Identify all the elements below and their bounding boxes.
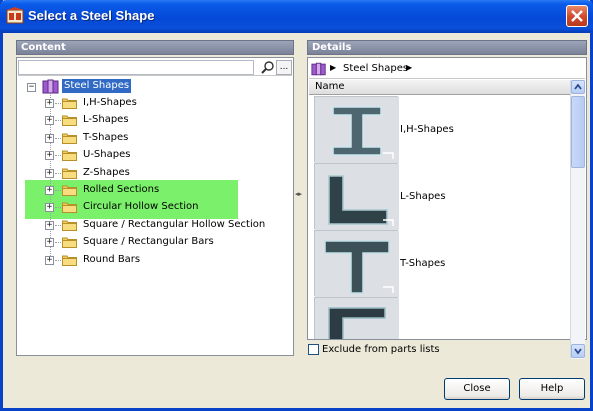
steel-shape-icon xyxy=(315,97,399,163)
tree-line xyxy=(55,259,61,261)
scroll-down-button[interactable] xyxy=(571,344,585,358)
app-icon xyxy=(6,7,24,24)
shape-thumbnail xyxy=(314,163,399,230)
expand-icon[interactable]: + xyxy=(45,255,54,265)
content-header: Content xyxy=(16,40,294,55)
tree-node-label: Round Bars xyxy=(83,253,141,265)
close-window-button[interactable] xyxy=(566,5,588,27)
details-item[interactable]: I,H-Shapes xyxy=(308,96,572,163)
details-item[interactable]: L-Shapes xyxy=(308,163,572,230)
tree-node-label: I,H-Shapes xyxy=(83,97,137,108)
expand-icon[interactable]: + xyxy=(45,116,54,126)
expand-icon[interactable]: + xyxy=(45,151,54,161)
breadcrumb-arrow-icon[interactable]: ▶ xyxy=(330,63,336,72)
details-item[interactable]: U-Shapes xyxy=(308,297,572,339)
vertical-scrollbar[interactable] xyxy=(570,80,585,359)
expand-icon[interactable]: + xyxy=(45,203,54,213)
tree-line xyxy=(55,242,61,244)
window-title: Select a Steel Shape xyxy=(28,8,155,23)
tree-root-label: Steel Shapes xyxy=(62,79,132,93)
exclude-from-parts-checkbox[interactable] xyxy=(308,344,319,355)
shape-thumbnail xyxy=(314,230,399,297)
details-panel: ▶ Steel Shapes ▶ Name I,H-Shapes L-Shapes… xyxy=(307,57,587,359)
chevron-up-icon xyxy=(574,83,582,90)
breadcrumb: ▶ Steel Shapes ▶ xyxy=(309,59,585,79)
search-input[interactable] xyxy=(18,60,254,75)
tree-node-label: Square / Rectangular Bars xyxy=(83,236,214,248)
title-bar[interactable]: Select a Steel Shape xyxy=(0,0,593,33)
folder-icon xyxy=(62,255,77,266)
folder-icon xyxy=(62,185,77,196)
folder-icon xyxy=(62,202,77,214)
expand-icon[interactable]: + xyxy=(45,168,54,178)
expand-icon[interactable]: + xyxy=(45,99,54,108)
tree-line xyxy=(55,120,61,122)
folder-icon xyxy=(62,220,77,231)
folder-icon xyxy=(62,115,77,127)
close-icon xyxy=(571,10,583,22)
folder-icon xyxy=(62,98,77,109)
tree-node-label: Circular Hollow Section xyxy=(83,201,199,213)
steel-shapes-breadcrumb-icon xyxy=(311,62,326,76)
shape-thumbnail xyxy=(314,96,399,163)
tree-node-label: U-Shapes xyxy=(83,149,131,161)
details-header: Details xyxy=(307,40,587,55)
expand-icon[interactable]: + xyxy=(45,133,54,143)
tree-node-label: Z-Shapes xyxy=(83,166,130,178)
details-item-label: L-Shapes xyxy=(400,191,446,202)
folder-icon xyxy=(62,168,77,179)
search-bar: ... xyxy=(18,59,292,76)
tree-line xyxy=(55,155,61,157)
details-item-label: T-Shapes xyxy=(400,258,446,269)
scroll-up-button[interactable] xyxy=(571,80,585,94)
tree-line xyxy=(55,224,61,226)
tree-line xyxy=(55,103,61,104)
panel-splitter[interactable]: ◂▸ xyxy=(295,190,304,200)
expand-icon[interactable]: + xyxy=(45,238,54,248)
folder-icon xyxy=(62,150,77,162)
exclude-from-parts-label: Exclude from parts lists xyxy=(322,344,440,355)
tree-node-label: Rolled Sections xyxy=(83,184,160,195)
details-item[interactable]: T-Shapes xyxy=(308,230,572,297)
search-icon[interactable] xyxy=(260,60,275,75)
tree-line xyxy=(55,172,61,174)
collapse-icon[interactable]: − xyxy=(27,83,36,92)
breadcrumb-arrow-icon[interactable]: ▶ xyxy=(406,63,412,72)
steel-shape-icon xyxy=(315,164,399,230)
breadcrumb-steel-shapes[interactable]: Steel Shapes xyxy=(343,63,408,74)
steel-shape-icon xyxy=(315,298,399,339)
dialog-window: Select a Steel Shape Content ... − Steel xyxy=(0,0,593,411)
expand-icon[interactable]: + xyxy=(45,220,54,230)
chevron-down-icon xyxy=(574,348,582,355)
tree-node-label: T-Shapes xyxy=(83,131,129,143)
scroll-thumb[interactable] xyxy=(571,96,585,168)
steel-shapes-icon xyxy=(42,79,59,94)
tree-node-label: L-Shapes xyxy=(83,114,129,126)
details-list: I,H-Shapes L-Shapes T-Shapes U-Shapes xyxy=(308,96,572,339)
steel-shape-icon xyxy=(315,231,399,297)
tree-line xyxy=(55,137,61,139)
shape-thumbnail xyxy=(314,297,399,339)
tree-line xyxy=(55,207,61,209)
tree-line xyxy=(55,190,61,191)
more-options-button[interactable]: ... xyxy=(276,60,292,75)
expand-icon[interactable]: + xyxy=(45,186,54,195)
close-button[interactable]: Close xyxy=(444,378,510,400)
help-button[interactable]: Help xyxy=(519,378,585,400)
folder-icon xyxy=(62,133,77,144)
folder-icon xyxy=(62,237,77,249)
details-item-label: I,H-Shapes xyxy=(400,124,454,135)
name-column-header[interactable]: Name xyxy=(309,80,574,95)
tree-node-label: Square / Rectangular Hollow Section xyxy=(83,218,266,230)
